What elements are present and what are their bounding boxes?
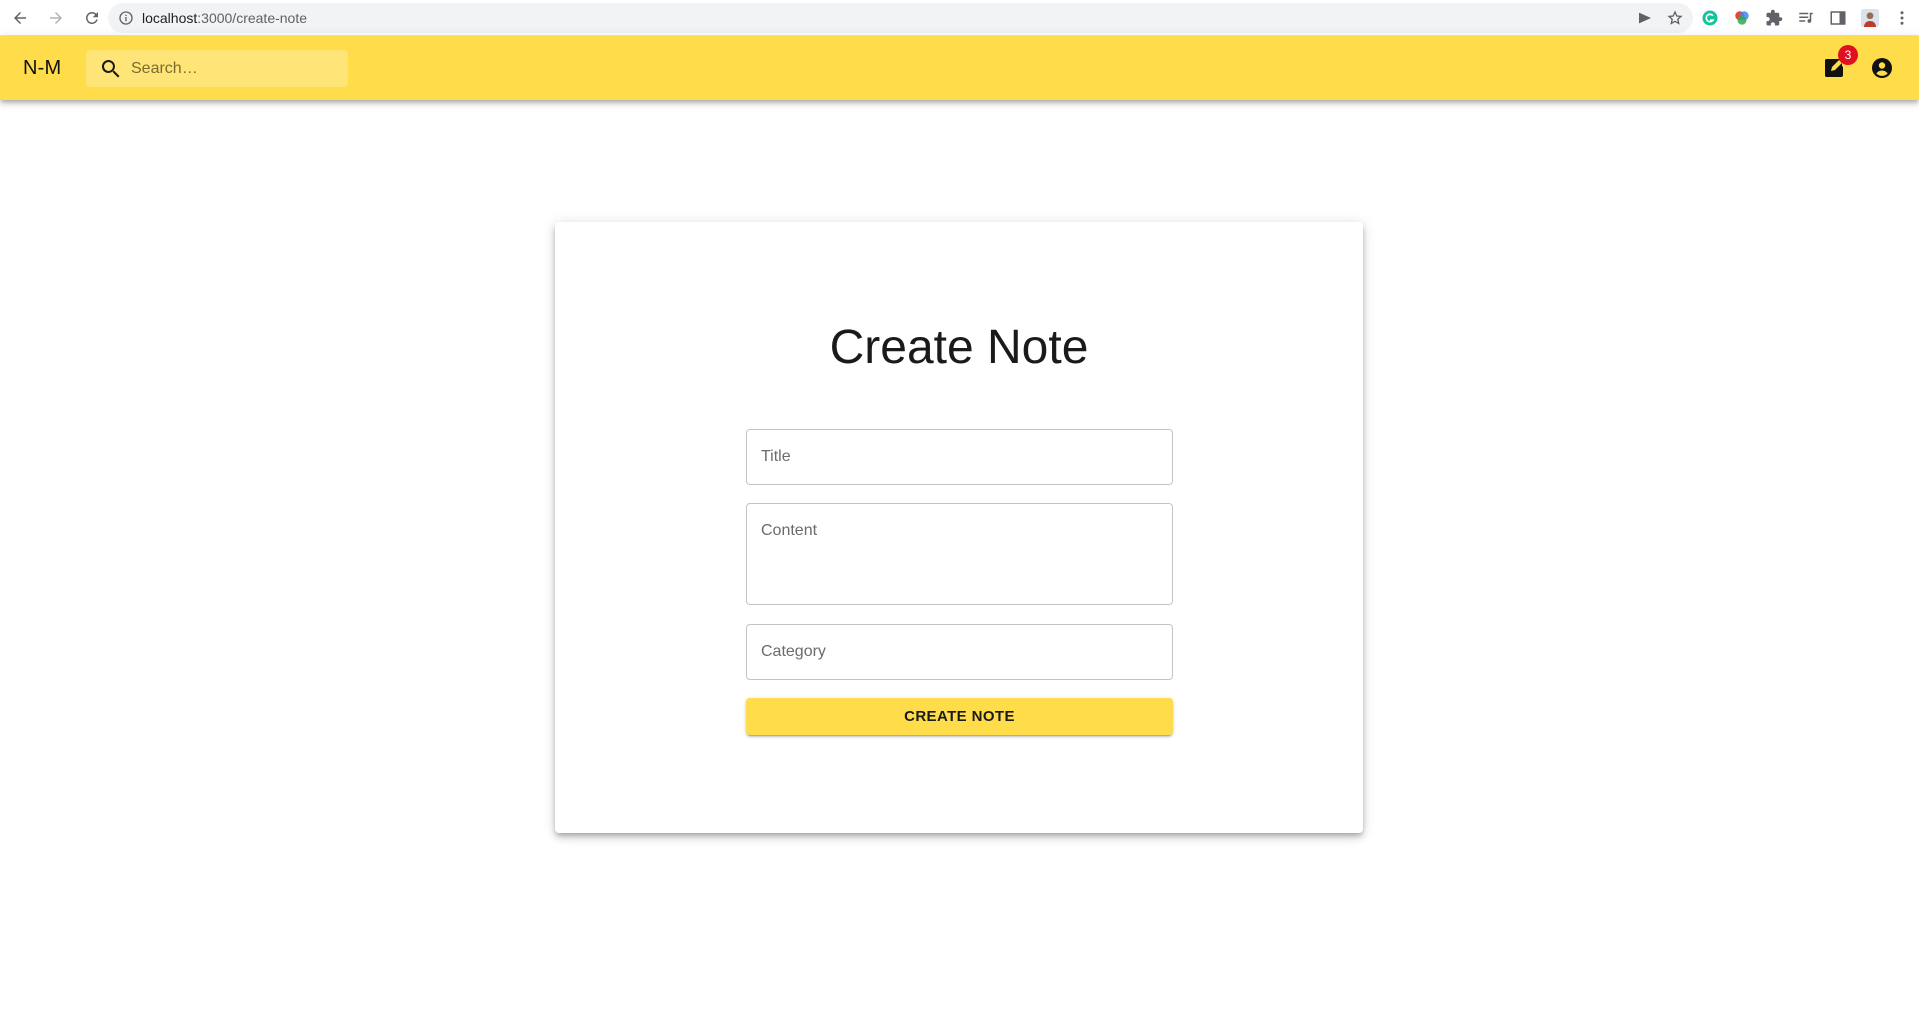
title-field[interactable] (746, 429, 1173, 485)
category-input[interactable] (747, 625, 1172, 679)
create-note-button[interactable]: CREATE NOTE (746, 698, 1173, 735)
content-field[interactable] (746, 503, 1173, 605)
brand-logo[interactable]: N-M (23, 57, 61, 80)
search-input[interactable] (131, 59, 331, 78)
search-box[interactable] (86, 50, 348, 87)
info-icon[interactable] (118, 10, 134, 26)
account-circle-icon (1872, 58, 1892, 78)
arrow-right-icon (50, 11, 62, 24)
back-button[interactable] (4, 2, 36, 34)
puzzle-extensions-icon[interactable] (1765, 9, 1783, 27)
profile-avatar[interactable] (1861, 9, 1879, 27)
page-title: Create Note (829, 321, 1089, 374)
notification-badge: 3 (1838, 45, 1858, 65)
side-panel-icon[interactable] (1829, 9, 1847, 27)
star-icon[interactable] (1667, 10, 1683, 26)
reload-icon (85, 11, 98, 24)
search-icon (101, 59, 120, 77)
reading-list-icon[interactable] (1797, 9, 1815, 27)
arrow-left-icon (14, 11, 26, 24)
send-icon[interactable] (1637, 10, 1653, 26)
url-host: localhost (142, 10, 198, 26)
title-input[interactable] (747, 430, 1172, 484)
url-path: :3000/create-note (197, 10, 308, 26)
content-textarea[interactable] (747, 504, 1172, 604)
app-bar: N-M 3 (0, 36, 1919, 100)
create-note-card: Create Note CREATE NOTE (555, 222, 1363, 833)
grammarly-extension-icon[interactable] (1701, 9, 1719, 27)
browser-menu-icon[interactable] (1893, 9, 1911, 27)
account-button[interactable] (1869, 55, 1895, 81)
browser-toolbar: localhost:3000/create-note (0, 0, 1919, 36)
notes-button[interactable]: 3 (1821, 45, 1858, 81)
address-bar[interactable]: localhost:3000/create-note (108, 3, 1693, 33)
category-field[interactable] (746, 624, 1173, 680)
forward-button[interactable] (40, 2, 72, 34)
color-picker-extension-icon[interactable] (1733, 9, 1751, 27)
reload-button[interactable] (76, 2, 108, 34)
